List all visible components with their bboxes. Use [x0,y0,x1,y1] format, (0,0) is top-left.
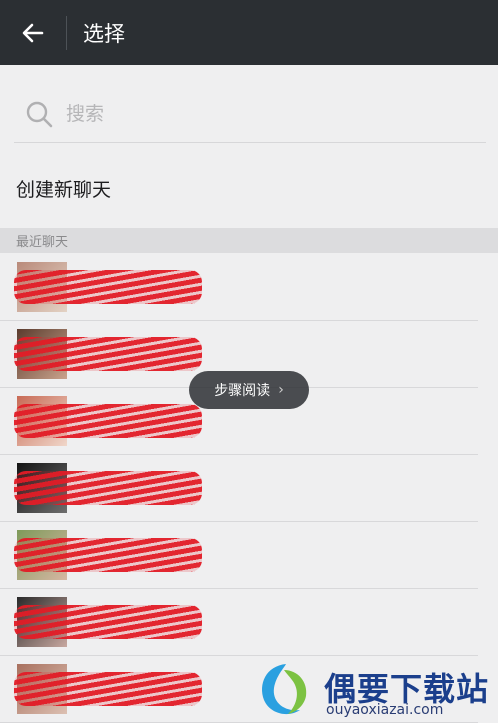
redaction-mark [14,538,202,572]
search-bar[interactable] [14,86,486,143]
header-divider [66,15,67,50]
chat-row[interactable] [0,254,478,321]
step-reading-toast[interactable]: 步骤阅读 › [189,371,309,409]
redaction-mark [14,605,202,639]
search-input[interactable] [54,102,468,126]
redaction-mark [14,337,202,371]
redaction-mark [14,270,202,304]
create-new-chat[interactable]: 创建新聊天 [0,155,498,221]
step-reading-label: 步骤阅读 [214,383,271,399]
chevron-right-icon: › [278,382,284,398]
site-watermark: 偶要下载站 ouyaoxiazai.com [252,660,498,721]
create-new-chat-label: 创建新聊天 [16,178,112,201]
page-title: 选择 [83,21,125,46]
chat-row[interactable] [0,522,478,589]
redaction-mark [14,404,202,438]
watermark-url: ouyaoxiazai.com [326,702,444,718]
redaction-mark [14,672,202,706]
recent-chat-list [0,254,498,723]
top-app-bar: 选择 [0,0,498,65]
recent-chats-header: 最近聊天 [0,228,498,253]
back-button[interactable] [0,0,66,65]
watermark-logo-icon [262,664,307,715]
chat-row[interactable] [0,455,478,522]
recent-chats-label: 最近聊天 [16,235,69,250]
chat-row[interactable] [0,589,478,656]
redaction-mark [14,471,202,505]
arrow-left-icon [22,23,44,42]
search-icon [26,101,53,128]
